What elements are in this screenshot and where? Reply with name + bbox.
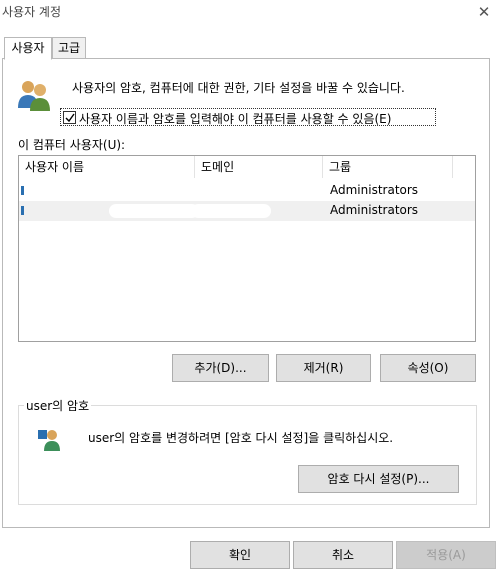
checkmark-icon [65, 113, 75, 123]
window-title: 사용자 계정 [2, 5, 62, 19]
column-header-username[interactable]: 사용자 이름 [19, 156, 195, 178]
password-instructions: user의 암호를 변경하려면 [암호 다시 설정]을 클릭하십시오. [88, 431, 394, 445]
add-user-button[interactable]: 추가(D)... [172, 354, 269, 382]
user-row-icon [21, 206, 24, 215]
table-row[interactable]: Administrators [19, 201, 475, 221]
redacted-username [109, 204, 199, 218]
remove-user-button[interactable]: 제거(R) [276, 354, 371, 382]
ok-button[interactable]: 확인 [190, 541, 290, 569]
require-login-checkbox-row[interactable]: 사용자 이름과 암호를 입력해야 이 컴퓨터를 사용할 수 있음(E) [60, 108, 436, 126]
title-bar: 사용자 계정 ✕ [0, 0, 500, 26]
intro-text: 사용자의 암호, 컴퓨터에 대한 권한, 기타 설정을 바꿀 수 있습니다. [72, 81, 405, 95]
require-login-label: 사용자 이름과 암호를 입력해야 이 컴퓨터를 사용할 수 있음(E) [79, 112, 392, 126]
user-row-icon [21, 186, 24, 195]
table-row[interactable]: Administrators [19, 181, 475, 201]
column-header-group[interactable]: 그룹 [323, 156, 453, 178]
tab-users[interactable]: 사용자 [4, 37, 52, 60]
column-header-domain[interactable]: 도메인 [195, 156, 323, 178]
require-login-checkbox[interactable] [63, 111, 76, 124]
close-icon[interactable]: ✕ [474, 2, 494, 22]
password-user-icon [38, 430, 60, 451]
row-group: Administrators [330, 183, 419, 197]
reset-password-button[interactable]: 암호 다시 설정(P)... [298, 465, 459, 493]
cancel-button[interactable]: 취소 [293, 541, 393, 569]
users-list-label: 이 컴퓨터 사용자(U): [18, 138, 126, 152]
redacted-domain [191, 204, 271, 218]
tab-advanced[interactable]: 고급 [52, 37, 86, 59]
apply-button: 적용(A) [396, 541, 496, 569]
password-group-title: user의 암호 [24, 397, 92, 414]
row-group: Administrators [330, 203, 419, 217]
users-list[interactable]: 사용자 이름 도메인 그룹 Administrators Administrat… [18, 155, 476, 342]
properties-button[interactable]: 속성(O) [380, 354, 476, 382]
users-icon [18, 81, 50, 111]
